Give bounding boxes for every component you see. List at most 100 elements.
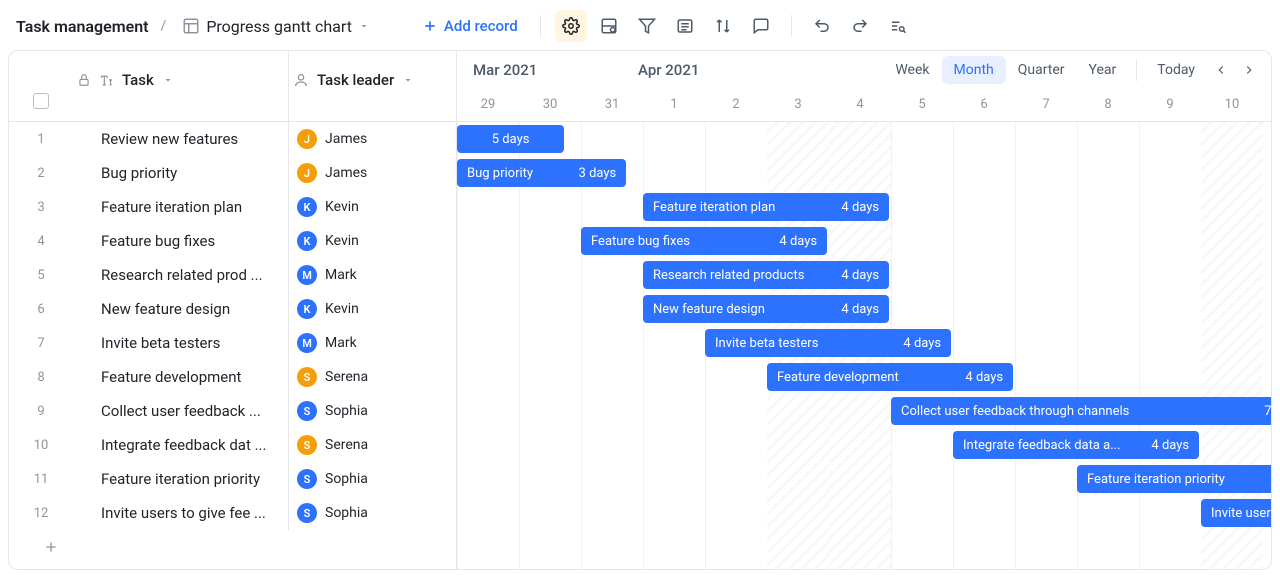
search-button[interactable] [882, 10, 914, 42]
task-leader: JJames [288, 122, 456, 156]
task-row[interactable]: 6New feature designKKevin [9, 292, 456, 326]
task-row[interactable]: 10Integrate feedback dat ...SSerena [9, 428, 456, 462]
add-record-label: Add record [444, 17, 518, 35]
task-row[interactable]: 9Collect user feedback ...SSophia [9, 394, 456, 428]
add-record-button[interactable]: Add record [414, 13, 526, 39]
bar-duration: 4 days [769, 234, 817, 249]
task-row[interactable]: 11Feature iteration prioritySSophia [9, 462, 456, 496]
gantt-bar[interactable]: Feature development4 days [767, 363, 1013, 391]
row-index: 2 [9, 166, 73, 181]
view-switcher[interactable]: Progress gantt chart [174, 13, 378, 40]
column-leader[interactable]: Task leader [288, 51, 456, 121]
day-label: 8 [1077, 97, 1139, 112]
bar-duration: 3 days [569, 166, 617, 181]
task-rows: 1Review new featuresJJames2Bug priorityJ… [9, 122, 456, 569]
task-row[interactable]: 4Feature bug fixesKKevin [9, 224, 456, 258]
task-row[interactable]: 3Feature iteration planKKevin [9, 190, 456, 224]
task-row[interactable]: 7Invite beta testersMMark [9, 326, 456, 360]
comment-icon [752, 17, 770, 35]
bar-duration: 4 days [831, 302, 879, 317]
gantt-bar[interactable]: 5 days [457, 125, 564, 153]
task-name: Feature development [73, 368, 288, 386]
task-leader: SSophia [288, 496, 456, 530]
gantt-bar[interactable]: New feature design4 days [643, 295, 889, 323]
scale-week-button[interactable]: Week [883, 56, 941, 84]
gantt-header: Mar 2021Apr 2021 Week Month Quarter Year… [457, 51, 1271, 122]
row-index: 7 [9, 336, 73, 351]
gantt-bars: 5 days Bug priority 3 days Feature iteratio… [457, 122, 1271, 569]
select-all[interactable] [9, 51, 73, 121]
task-name: New feature design [73, 300, 288, 318]
row-index: 4 [9, 234, 73, 249]
search-record-icon [889, 17, 907, 35]
list-icon [676, 17, 694, 35]
gantt-body[interactable]: 5 days Bug priority 3 days Feature iteratio… [457, 122, 1271, 569]
scale-quarter-button[interactable]: Quarter [1006, 56, 1077, 84]
task-name: Feature bug fixes [73, 232, 288, 250]
task-name: Feature iteration priority [73, 470, 288, 488]
leader-name: Sophia [325, 403, 368, 419]
gantt-bar[interactable]: Invite user [1201, 499, 1271, 527]
comment-button[interactable] [745, 10, 777, 42]
gantt-bar[interactable]: Feature iteration plan4 days [643, 193, 889, 221]
avatar: K [297, 299, 317, 319]
bar-label: Bug priority [467, 166, 533, 181]
scale-month-button[interactable]: Month [942, 56, 1006, 84]
row-index: 8 [9, 370, 73, 385]
task-leader: JJames [288, 156, 456, 190]
task-leader: S Serena [288, 360, 456, 394]
row-index: 11 [9, 472, 73, 487]
undo-icon [813, 17, 831, 35]
gantt-bar[interactable]: Feature bug fixes4 days [581, 227, 827, 255]
gantt-bar[interactable]: Research related products4 days [643, 261, 889, 289]
avatar: S [297, 435, 317, 455]
field-config-button[interactable] [593, 10, 625, 42]
today-button[interactable]: Today [1145, 56, 1207, 84]
plus-icon [422, 18, 438, 34]
task-name: Integrate feedback dat ... [73, 436, 288, 454]
next-button[interactable] [1235, 56, 1263, 84]
avatar: S [297, 367, 317, 387]
sort-button[interactable] [707, 10, 739, 42]
gantt-bar[interactable]: Integrate feedback data a...4 days [953, 431, 1199, 459]
leader-name: Serena [325, 369, 368, 385]
day-label: 4 [829, 97, 891, 112]
day-label: 30 [519, 97, 581, 112]
column-task[interactable]: Task [73, 51, 288, 121]
group-button[interactable] [669, 10, 701, 42]
task-leader: SSerena [288, 428, 456, 462]
column-task-label: Task [122, 71, 154, 89]
undo-button[interactable] [806, 10, 838, 42]
avatar: J [297, 129, 317, 149]
filter-button[interactable] [631, 10, 663, 42]
avatar: S [297, 503, 317, 523]
breadcrumb-root[interactable]: Task management [12, 17, 153, 36]
leader-name: Kevin [325, 199, 359, 215]
prev-button[interactable] [1207, 56, 1235, 84]
redo-button[interactable] [844, 10, 876, 42]
task-row[interactable]: 5Research related prod ...MMark [9, 258, 456, 292]
leader-name: Kevin [325, 301, 359, 317]
task-row[interactable]: 1Review new featuresJJames [9, 122, 456, 156]
chevron-down-icon [358, 20, 370, 32]
task-row[interactable]: 12Invite users to give fee ...SSophia [9, 496, 456, 530]
gantt-bar[interactable]: Collect user feedback through channels7 [891, 397, 1271, 425]
redo-icon [851, 17, 869, 35]
gantt-bar[interactable]: Feature iteration priority [1077, 465, 1271, 493]
bar-label: Collect user feedback through channels [901, 404, 1129, 419]
task-leader: MMark [288, 258, 456, 292]
add-row-button[interactable] [9, 530, 456, 564]
scale-year-button[interactable]: Year [1077, 56, 1129, 84]
gantt-bar[interactable]: Invite beta testers4 days [705, 329, 951, 357]
settings-button[interactable] [555, 10, 587, 42]
task-row[interactable]: 8Feature development S Serena [9, 360, 456, 394]
task-name: Feature iteration plan [73, 198, 288, 216]
task-name: Research related prod ... [73, 266, 288, 284]
avatar: K [297, 197, 317, 217]
gantt-bar[interactable]: Bug priority 3 days [457, 159, 626, 187]
task-row[interactable]: 2Bug priorityJJames [9, 156, 456, 190]
bar-label: Invite beta testers [715, 336, 818, 351]
chevron-down-icon [162, 74, 174, 86]
avatar: K [297, 231, 317, 251]
text-field-icon [99, 73, 114, 88]
